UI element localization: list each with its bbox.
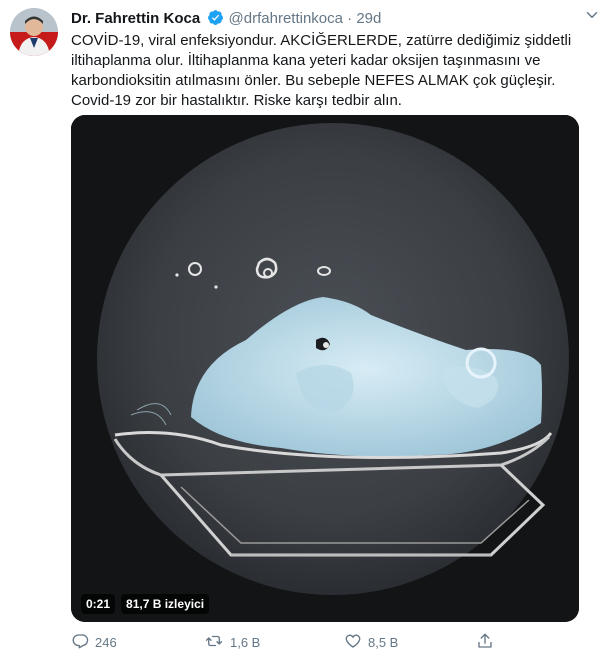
tweet-timestamp[interactable]: 29d xyxy=(356,10,381,27)
like-count: 8,5 B xyxy=(368,634,399,650)
chevron-down-icon[interactable] xyxy=(583,6,601,29)
video-overlay: 0:21 81,7 B izleyici xyxy=(81,594,210,614)
tweet-actions: 246 1,6 B 8,5 B xyxy=(71,631,571,653)
verified-badge-icon xyxy=(207,9,224,30)
author-handle[interactable]: @drfahrettinkoca xyxy=(229,10,343,27)
ct-scan-video-frame xyxy=(71,115,579,622)
share-icon xyxy=(476,632,494,653)
video-duration: 0:21 xyxy=(81,594,116,614)
reply-icon xyxy=(71,632,89,653)
share-button[interactable] xyxy=(476,631,494,653)
avatar[interactable] xyxy=(10,8,58,56)
retweet-icon xyxy=(204,632,224,653)
author-name[interactable]: Dr. Fahrettin Koca xyxy=(71,10,200,27)
separator-dot: · xyxy=(347,10,353,27)
heart-icon xyxy=(344,632,362,653)
like-button[interactable]: 8,5 B xyxy=(344,631,398,653)
avatar-image xyxy=(10,8,58,56)
video-player[interactable]: 0:21 81,7 B izleyici xyxy=(71,115,579,622)
tweet-text: COVİD-19, viral enfeksiyondur. AKCİĞERLE… xyxy=(71,32,576,109)
reply-count: 246 xyxy=(95,634,117,650)
video-view-count: 81,7 B izleyici xyxy=(121,594,210,614)
reply-button[interactable]: 246 xyxy=(71,631,117,653)
retweet-button[interactable]: 1,6 B xyxy=(204,631,260,653)
retweet-count: 1,6 B xyxy=(230,634,261,650)
tweet-header: Dr. Fahrettin Koca @drfahrettinkoca · 29… xyxy=(71,9,599,29)
